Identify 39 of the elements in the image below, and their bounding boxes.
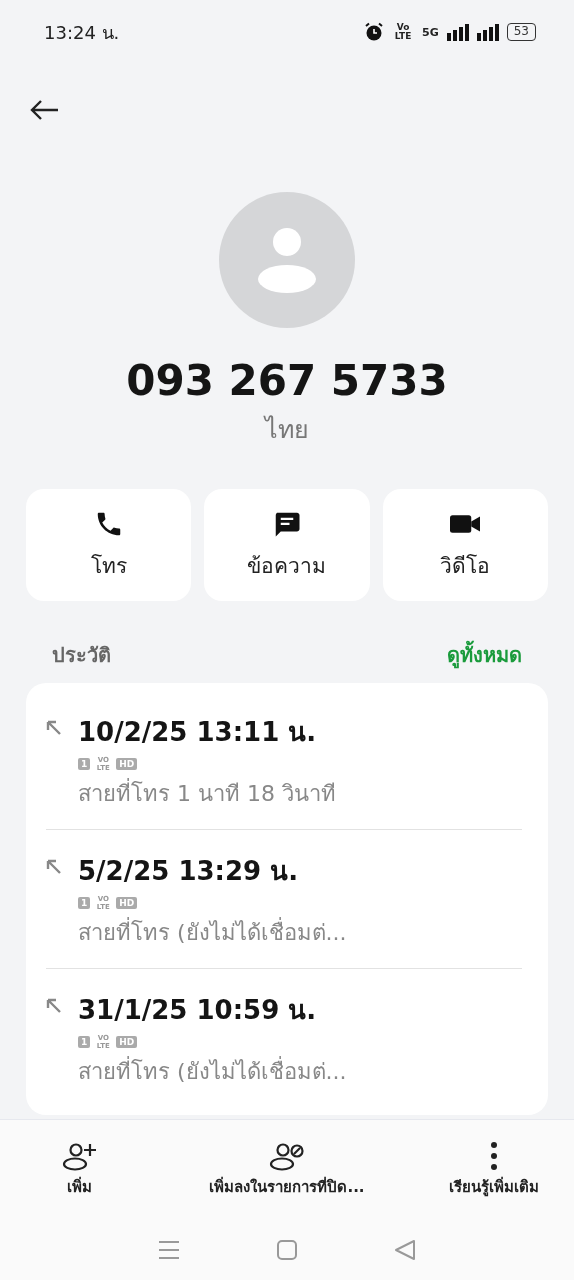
hd-badge: HD (116, 897, 138, 909)
call-detail: สายที่โทร (ยังไม่ได้เชื่อมต่... (78, 915, 522, 950)
signal-icon (476, 23, 499, 41)
call-time: 5/2/25 13:29 น. (78, 855, 300, 888)
sim-badge: 1 (78, 1036, 91, 1048)
hd-badge: HD (116, 1036, 138, 1048)
call-detail: สายที่โทร 1 นาที 18 วินาที (78, 776, 522, 811)
person-icon (257, 227, 317, 293)
outgoing-arrow-icon (46, 720, 62, 736)
hd-badge: HD (116, 758, 138, 770)
call-time: 31/1/25 10:59 น. (78, 994, 318, 1027)
outgoing-arrow-icon (46, 859, 62, 875)
outgoing-arrow-icon (46, 998, 62, 1014)
phone-number: 093 267 5733 (125, 356, 449, 405)
battery-level: 53 (506, 23, 536, 41)
call-time: 10/2/25 13:11 น. (78, 716, 318, 749)
location: ไทย (262, 414, 310, 446)
back-triangle-icon[interactable] (394, 1239, 416, 1261)
history-title: ประวัติ (52, 642, 111, 669)
action-button[interactable]: ข้อความ (204, 489, 370, 601)
signal-icon (446, 23, 469, 41)
bottom-action-button[interactable]: เพิ่มลงในรายการที่ปิด... (159, 1140, 415, 1200)
home-icon[interactable] (276, 1239, 298, 1261)
more-icon (490, 1141, 499, 1171)
bottom-action-button[interactable]: เรียนรู้เพิ่มเติม (414, 1140, 574, 1200)
sim-badge: 1 (78, 897, 91, 909)
status-time: 13:24 น. (44, 20, 121, 45)
call-detail: สายที่โทร (ยังไม่ได้เชื่อมต่... (78, 1054, 522, 1089)
sim-badge: 1 (78, 758, 91, 770)
action-button[interactable]: โทร (26, 489, 192, 601)
block-person-icon (269, 1141, 305, 1171)
menu-icon[interactable] (158, 1240, 180, 1260)
bottom-action-button[interactable]: เพิ่ม (0, 1140, 160, 1200)
add-person-icon (61, 1141, 98, 1171)
back-arrow-icon (29, 99, 59, 121)
alarm-icon (364, 22, 385, 42)
action-button[interactable]: วิดีโอ (382, 489, 548, 601)
volte-indicator: Vo LTE (393, 23, 413, 41)
network-type: 5G (422, 25, 439, 39)
